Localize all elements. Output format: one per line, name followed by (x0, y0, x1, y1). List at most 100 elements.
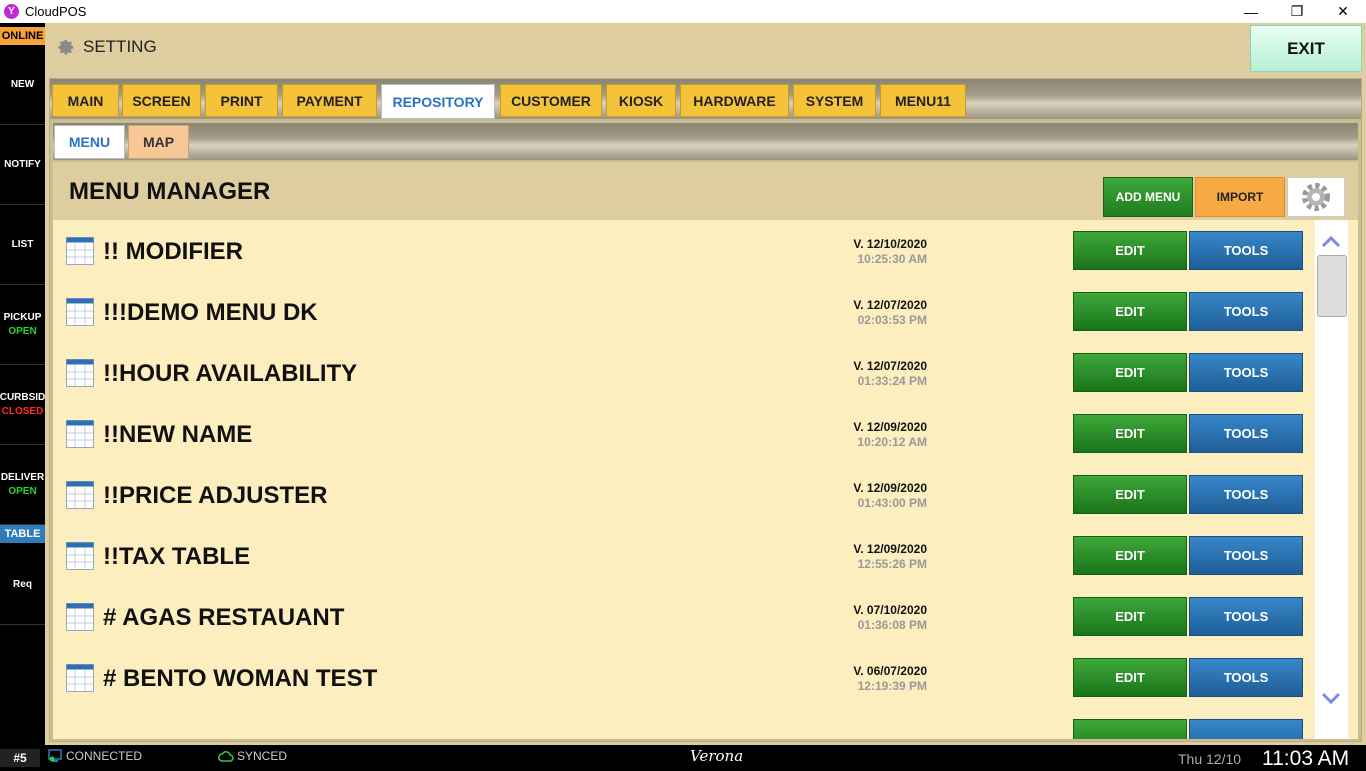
window-controls: — ❐ ✕ (1228, 0, 1366, 23)
minimize-icon[interactable]: — (1228, 0, 1274, 23)
subtab-map[interactable]: MAP (128, 125, 189, 159)
menu-tools-button[interactable]: TOOLS (1189, 231, 1303, 270)
menu-version-time: 12:19:39 PM (857, 679, 927, 693)
table-icon (66, 298, 94, 326)
tab-print[interactable]: PRINT (205, 84, 278, 117)
tab-menu11[interactable]: MENU11 (880, 84, 966, 117)
menu-version-time: 01:33:24 PM (857, 374, 927, 388)
rail-item-label: Req (13, 579, 32, 590)
status-clock: 11:03 AM (1262, 747, 1350, 770)
rail-item-status: OPEN (8, 486, 37, 497)
menu-version: V. 12/09/2020 (853, 542, 927, 556)
menu-tools-button[interactable]: TOOLS (1189, 414, 1303, 453)
rail-item-status: CLOSED (1, 406, 44, 417)
menu-row-partial (53, 709, 1313, 739)
import-button[interactable]: IMPORT (1195, 177, 1285, 217)
tab-repository[interactable]: REPOSITORY (381, 84, 495, 119)
table-icon (66, 664, 94, 692)
menu-row: !! MODIFIER V. 12/10/2020 10:25:30 AM EDIT T… (53, 221, 1313, 282)
page-header: SETTING (55, 36, 157, 58)
menu-tools-button[interactable]: TOOLS (1189, 597, 1303, 636)
menu-row: # AGAS RESTAUANT V. 07/10/2020 01:36:08 PM… (53, 587, 1313, 648)
menu-row: !!TAX TABLE V. 12/09/2020 12:55:26 PM EDIT T… (53, 526, 1313, 587)
edit-menu-button[interactable]: EDIT (1073, 292, 1187, 331)
maximize-icon[interactable]: ❐ (1274, 0, 1320, 23)
rail-item-notify[interactable]: NOTIFY (0, 125, 45, 205)
tab-main[interactable]: MAIN (52, 84, 119, 117)
menu-name: # BENTO WOMAN TEST (103, 665, 378, 692)
window-titlebar: Y CloudPOS — ❐ ✕ (0, 0, 1366, 23)
rail-item-new[interactable]: NEW (0, 45, 45, 125)
exit-button[interactable]: EXIT (1250, 25, 1362, 72)
rail-item-table[interactable]: TABLE (0, 525, 45, 543)
menu-tools-button-partial[interactable] (1189, 719, 1303, 739)
main-panel: SETTING EXIT MAIN SCREEN PRINT PAYMENT R… (45, 23, 1366, 745)
menu-row: # BENTO WOMAN TEST V. 06/07/2020 12:19:39 … (53, 648, 1313, 709)
table-icon (66, 420, 94, 448)
menu-version: V. 12/09/2020 (853, 420, 927, 434)
tab-system[interactable]: SYSTEM (793, 84, 876, 117)
sync-status: SYNCED (218, 749, 287, 763)
menu-tools-button[interactable]: TOOLS (1189, 536, 1303, 575)
menu-tools-button[interactable]: TOOLS (1189, 292, 1303, 331)
chevron-down-icon[interactable] (1321, 690, 1341, 706)
tab-kiosk[interactable]: KIOSK (606, 84, 676, 117)
rail-item-label: CURBSID (0, 392, 45, 403)
menu-row: !!NEW NAME V. 12/09/2020 10:20:12 AM EDIT TO… (53, 404, 1313, 465)
table-icon (66, 481, 94, 509)
tab-payment[interactable]: PAYMENT (282, 84, 377, 117)
menu-manager-title: MENU MANAGER (69, 178, 271, 205)
menu-settings-button[interactable] (1287, 177, 1345, 217)
menu-list-scrollbar[interactable] (1315, 220, 1348, 739)
table-icon (66, 542, 94, 570)
menu-name: !!PRICE ADJUSTER (103, 482, 328, 509)
edit-menu-button[interactable]: EDIT (1073, 536, 1187, 575)
connection-status-label: CONNECTED (66, 749, 143, 763)
menu-name: !! MODIFIER (103, 238, 243, 265)
rail-item-pickup[interactable]: PICKUP OPEN (0, 285, 45, 365)
scrollbar-thumb[interactable] (1317, 255, 1347, 317)
menu-tools-button[interactable]: TOOLS (1189, 658, 1303, 697)
menu-name: !!NEW NAME (103, 421, 253, 448)
edit-menu-button[interactable]: EDIT (1073, 597, 1187, 636)
menu-version-time: 10:20:12 AM (857, 435, 927, 449)
menu-row: !!!DEMO MENU DK V. 12/07/2020 02:03:53 PM E… (53, 282, 1313, 343)
settings-content: MAIN SCREEN PRINT PAYMENT REPOSITORY CUS… (49, 78, 1362, 742)
subtab-bar: MENU MAP (53, 123, 1358, 160)
tab-customer[interactable]: CUSTOMER (500, 84, 602, 117)
menu-tools-button[interactable]: TOOLS (1189, 353, 1303, 392)
menu-row: !!HOUR AVAILABILITY V. 12/07/2020 01:33:24… (53, 343, 1313, 404)
table-icon (66, 359, 94, 387)
menu-manager-panel: MENU MANAGER ADD MENU IMPORT !! MODIFIER… (53, 162, 1358, 739)
tab-hardware[interactable]: HARDWARE (680, 84, 789, 117)
menu-version: V. 12/09/2020 (853, 481, 927, 495)
menu-version: V. 07/10/2020 (853, 603, 927, 617)
menu-version: V. 06/07/2020 (853, 664, 927, 678)
add-menu-button[interactable]: ADD MENU (1103, 177, 1193, 217)
sync-status-label: SYNCED (237, 749, 288, 763)
close-icon[interactable]: ✕ (1320, 0, 1366, 23)
edit-menu-button[interactable]: EDIT (1073, 658, 1187, 697)
edit-menu-button[interactable]: EDIT (1073, 475, 1187, 514)
chevron-up-icon[interactable] (1321, 234, 1341, 250)
rail-item-delivery[interactable]: DELIVER OPEN (0, 445, 45, 525)
menu-version-time: 01:43:00 PM (857, 496, 927, 510)
rail-item-label: PICKUP (3, 312, 42, 323)
edit-menu-button[interactable]: EDIT (1073, 231, 1187, 270)
menu-version-time: 10:25:30 AM (857, 252, 927, 266)
edit-menu-button-partial[interactable] (1073, 719, 1187, 739)
menu-tools-button[interactable]: TOOLS (1189, 475, 1303, 514)
menu-name: !!!DEMO MENU DK (103, 299, 318, 326)
edit-menu-button[interactable]: EDIT (1073, 414, 1187, 453)
table-icon (66, 237, 94, 265)
edit-menu-button[interactable]: EDIT (1073, 353, 1187, 392)
rail-item-list[interactable]: LIST (0, 205, 45, 285)
subtab-menu[interactable]: MENU (54, 125, 125, 159)
monitor-icon (48, 749, 62, 762)
rail-item-status: OPEN (8, 326, 37, 337)
tab-screen[interactable]: SCREEN (122, 84, 201, 117)
rail-item-req[interactable]: Req (0, 545, 45, 625)
rail-item-curbside[interactable]: CURBSID CLOSED (0, 365, 45, 445)
menu-name: # AGAS RESTAUANT (103, 604, 345, 631)
rail-item-label: LIST (11, 239, 34, 250)
